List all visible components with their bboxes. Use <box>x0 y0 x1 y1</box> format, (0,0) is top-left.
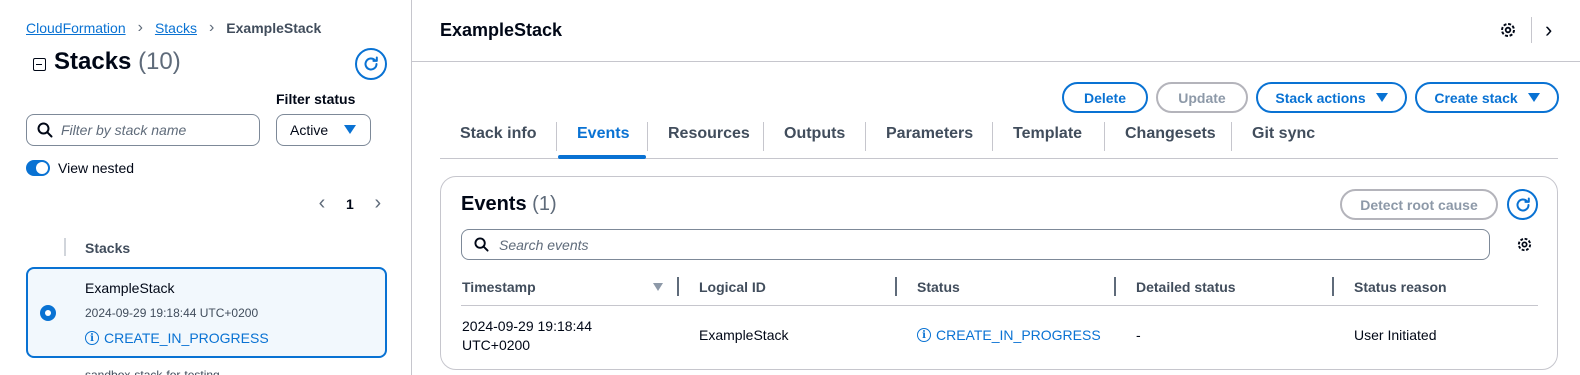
tab-parameters[interactable]: Parameters <box>886 125 973 143</box>
tab-divider <box>992 122 993 151</box>
column-timestamp[interactable]: Timestamp <box>462 279 536 295</box>
stack-actions-label: Stack actions <box>1275 89 1366 106</box>
delete-button[interactable]: Delete <box>1062 82 1148 113</box>
tab-template[interactable]: Template <box>1013 125 1082 143</box>
events-count: (1) <box>532 193 557 215</box>
breadcrumb-stacks[interactable]: Stacks <box>155 20 197 36</box>
view-nested-toggle[interactable] <box>26 160 50 176</box>
tab-divider <box>1104 122 1105 151</box>
events-heading: Events (1) <box>461 193 557 216</box>
table-row-status-reason: User Initiated <box>1354 327 1437 343</box>
refresh-icon <box>1516 197 1530 211</box>
stacks-column-header: Stacks <box>85 240 131 256</box>
table-header-divider <box>461 305 1538 306</box>
table-row-detailed-status: - <box>1136 327 1141 343</box>
table-row-status-text: CREATE_IN_PROGRESS <box>936 327 1101 343</box>
tab-divider <box>647 122 648 151</box>
breadcrumb: CloudFormation › Stacks › ExampleStack <box>26 19 321 37</box>
table-row-logical-id: ExampleStack <box>699 327 789 343</box>
column-logical-id[interactable]: Logical ID <box>699 279 766 295</box>
column-status-reason[interactable]: Status reason <box>1354 279 1447 295</box>
stack-radio[interactable] <box>40 305 56 321</box>
stack-timestamp: 2024-09-29 19:18:44 UTC+0200 <box>85 306 259 320</box>
column-resizer[interactable] <box>677 277 679 296</box>
search-events-input[interactable]: Search events <box>461 229 1490 260</box>
search-events-placeholder: Search events <box>499 236 589 253</box>
filter-by-name-input[interactable]: Filter by stack name <box>26 114 260 146</box>
search-icon <box>37 122 53 138</box>
tab-resources[interactable]: Resources <box>668 125 750 143</box>
page-number[interactable]: 1 <box>346 196 354 212</box>
column-resizer[interactable] <box>1114 277 1116 296</box>
column-resizer[interactable] <box>1332 277 1334 296</box>
info-icon: i <box>85 331 99 345</box>
caret-down-icon <box>344 125 356 134</box>
info-icon: i <box>917 328 931 342</box>
pagination: ‹ 1 › <box>314 192 386 215</box>
filter-status-value: Active <box>290 122 329 138</box>
header-rule <box>412 61 1580 62</box>
stack-status: i CREATE_IN_PROGRESS <box>85 330 269 346</box>
column-divider <box>64 238 66 256</box>
tab-divider <box>865 122 866 151</box>
active-tab-indicator <box>558 155 646 159</box>
collapse-panel-icon[interactable] <box>33 58 46 71</box>
stacks-heading: Stacks (10) <box>54 48 181 76</box>
tab-divider <box>556 122 557 151</box>
timestamp-date: 2024-09-29 19:18:44 <box>462 318 592 334</box>
page-title: ExampleStack <box>440 20 563 40</box>
filter-status-label: Filter status <box>276 91 356 107</box>
breadcrumb-chevron-icon: › <box>137 19 143 36</box>
column-detailed-status[interactable]: Detailed status <box>1136 279 1236 295</box>
breadcrumb-current: ExampleStack <box>226 20 322 36</box>
stack-actions-button[interactable]: Stack actions <box>1256 82 1407 113</box>
stacks-panel: CloudFormation › Stacks › ExampleStack S… <box>0 0 412 375</box>
breadcrumb-chevron-icon: › <box>208 19 215 36</box>
refresh-stacks-button[interactable] <box>355 48 387 80</box>
tab-changesets[interactable]: Changesets <box>1125 125 1216 143</box>
sort-descending-icon[interactable] <box>653 283 663 291</box>
filter-status-select[interactable]: Active <box>276 114 371 146</box>
timestamp-zone: UTC+0200 <box>462 337 531 353</box>
chevron-left-icon[interactable]: ‹ <box>314 192 330 215</box>
table-row-status: i CREATE_IN_PROGRESS <box>917 327 1101 343</box>
column-status[interactable]: Status <box>917 279 960 295</box>
tab-git-sync[interactable]: Git sync <box>1252 125 1315 143</box>
tab-divider <box>763 122 764 151</box>
breadcrumb-cloudformation[interactable]: CloudFormation <box>26 20 126 36</box>
detect-root-cause-button[interactable]: Detect root cause <box>1340 189 1498 220</box>
refresh-icon <box>364 56 378 71</box>
search-icon <box>474 237 489 252</box>
filter-by-name-placeholder: Filter by stack name <box>61 122 187 138</box>
update-button[interactable]: Update <box>1156 82 1248 113</box>
table-row-timestamp: 2024-09-29 19:18:44 UTC+0200 <box>462 317 592 355</box>
caret-down-icon <box>1375 93 1388 102</box>
chevron-right-icon[interactable]: › <box>370 192 386 215</box>
stacks-count: (10) <box>138 48 181 75</box>
tab-events[interactable]: Events <box>577 125 629 143</box>
tab-outputs[interactable]: Outputs <box>784 125 845 143</box>
tab-divider <box>1231 122 1232 151</box>
stack-status-text: CREATE_IN_PROGRESS <box>104 330 269 346</box>
caret-down-icon <box>1527 93 1540 102</box>
column-resizer[interactable] <box>895 277 897 296</box>
settings-icon[interactable] <box>1499 21 1517 39</box>
stacks-title: Stacks <box>54 48 132 75</box>
events-title: Events <box>461 193 527 215</box>
tab-stack-info[interactable]: Stack info <box>460 125 536 143</box>
tab-bar: Stack info Events Resources Outputs Para… <box>440 114 1558 159</box>
stack-name: ExampleStack <box>85 280 175 296</box>
next-stack-name[interactable]: sandbox-stack-for-testing <box>85 368 220 375</box>
create-stack-label: Create stack <box>1434 89 1518 106</box>
table-settings-icon[interactable] <box>1516 236 1533 253</box>
stack-list-item[interactable]: ExampleStack 2024-09-29 19:18:44 UTC+020… <box>26 267 387 358</box>
view-nested-label: View nested <box>58 160 135 176</box>
chevron-right-icon[interactable]: › <box>1545 17 1552 43</box>
header-divider <box>1531 17 1532 43</box>
refresh-events-button[interactable] <box>1507 189 1538 220</box>
create-stack-button[interactable]: Create stack <box>1415 82 1559 113</box>
